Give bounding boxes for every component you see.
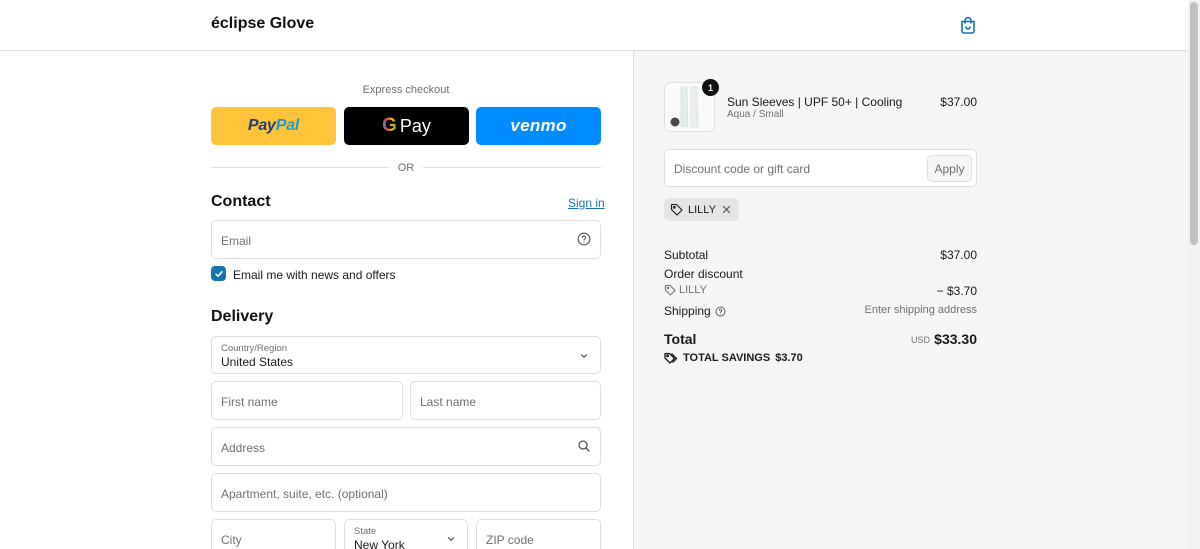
- discount-code-row: LILLY: [664, 284, 707, 296]
- help-icon[interactable]: [577, 232, 591, 246]
- product-name: Sun Sleeves | UPF 50+ | Cooling: [727, 95, 903, 109]
- applied-code-label: LILLY: [688, 203, 716, 216]
- state-label: State: [354, 526, 377, 537]
- checkmark-icon: [214, 270, 223, 277]
- shipping-label: Shipping: [664, 304, 711, 318]
- store-logo[interactable]: éclipse Glove: [211, 15, 314, 33]
- country-label: Country/Region: [221, 343, 288, 354]
- subtotal-label: Subtotal: [664, 248, 709, 262]
- shipping-row: Shipping: [664, 304, 726, 318]
- applied-discount-chip: LILLY: [664, 198, 739, 221]
- google-g-icon: G: [382, 115, 397, 136]
- divider: [211, 167, 389, 168]
- chevron-down-icon: [444, 532, 458, 546]
- city-placeholder: City: [221, 533, 242, 547]
- sign-in-link[interactable]: Sign in: [568, 196, 605, 210]
- shopping-bag-icon[interactable]: [958, 15, 978, 35]
- shipping-value: Enter shipping address: [864, 304, 977, 316]
- discount-code-label: LILLY: [679, 284, 707, 296]
- paypal-logo: PayPal: [247, 117, 300, 134]
- express-checkout-title: Express checkout: [362, 84, 450, 96]
- paypal-button[interactable]: PayPal: [211, 107, 336, 145]
- zip-placeholder: ZIP code: [486, 533, 534, 547]
- discount-placeholder: Discount code or gift card: [674, 162, 811, 176]
- divider-or-label: OR: [397, 162, 415, 174]
- first-name-placeholder: First name: [221, 395, 278, 409]
- state-value: New York: [354, 538, 405, 549]
- newsletter-label: Email me with news and offers: [233, 268, 396, 282]
- product-variant: Aqua / Small: [727, 109, 784, 120]
- last-name-field[interactable]: Last name: [410, 381, 601, 420]
- country-select[interactable]: Country/Region United States: [211, 336, 601, 374]
- city-field[interactable]: City: [211, 519, 336, 549]
- total-label: Total: [664, 331, 697, 347]
- google-pay-button[interactable]: G Pay: [344, 107, 469, 145]
- apartment-field[interactable]: Apartment, suite, etc. (optional): [211, 473, 601, 512]
- checkout-header: éclipse Glove: [0, 0, 1188, 51]
- quantity-badge: 1: [702, 79, 719, 96]
- zip-field[interactable]: ZIP code: [476, 519, 601, 549]
- savings-value: $3.70: [775, 352, 803, 364]
- discount-value: − $3.70: [936, 284, 977, 298]
- tag-icon: [670, 203, 683, 216]
- divider: [423, 167, 601, 168]
- first-name-field[interactable]: First name: [211, 381, 403, 420]
- state-select[interactable]: State New York: [344, 519, 468, 549]
- order-discount-label: Order discount: [664, 267, 743, 281]
- total-value: $33.30: [934, 331, 977, 347]
- delivery-heading: Delivery: [211, 308, 274, 325]
- last-name-placeholder: Last name: [420, 395, 477, 409]
- subtotal-value: $37.00: [940, 248, 977, 262]
- newsletter-checkbox[interactable]: [211, 266, 226, 281]
- contact-heading: Contact: [211, 193, 271, 210]
- apply-discount-button[interactable]: Apply: [927, 155, 972, 182]
- address-field[interactable]: Address: [211, 427, 601, 466]
- scrollbar-thumb[interactable]: [1190, 2, 1198, 245]
- search-icon: [577, 439, 591, 453]
- venmo-logo: venmo: [510, 116, 567, 135]
- email-placeholder: Email: [221, 234, 252, 248]
- tags-icon: [664, 352, 678, 364]
- savings-label: TOTAL SAVINGS: [683, 352, 771, 364]
- close-icon[interactable]: [721, 204, 732, 215]
- apartment-placeholder: Apartment, suite, etc. (optional): [221, 487, 388, 501]
- email-field[interactable]: Email: [211, 220, 601, 259]
- google-pay-logo: G Pay: [382, 115, 431, 136]
- product-price: $37.00: [940, 95, 977, 109]
- country-value: United States: [221, 355, 294, 369]
- venmo-button[interactable]: venmo: [476, 107, 601, 145]
- help-icon[interactable]: [715, 305, 726, 317]
- total-savings: TOTAL SAVINGS $3.70: [664, 352, 803, 364]
- page-scrollbar[interactable]: [1188, 0, 1200, 549]
- order-summary-panel: [633, 51, 1188, 549]
- tag-icon: [664, 284, 676, 296]
- address-placeholder: Address: [221, 441, 266, 455]
- chevron-down-icon: [577, 349, 591, 363]
